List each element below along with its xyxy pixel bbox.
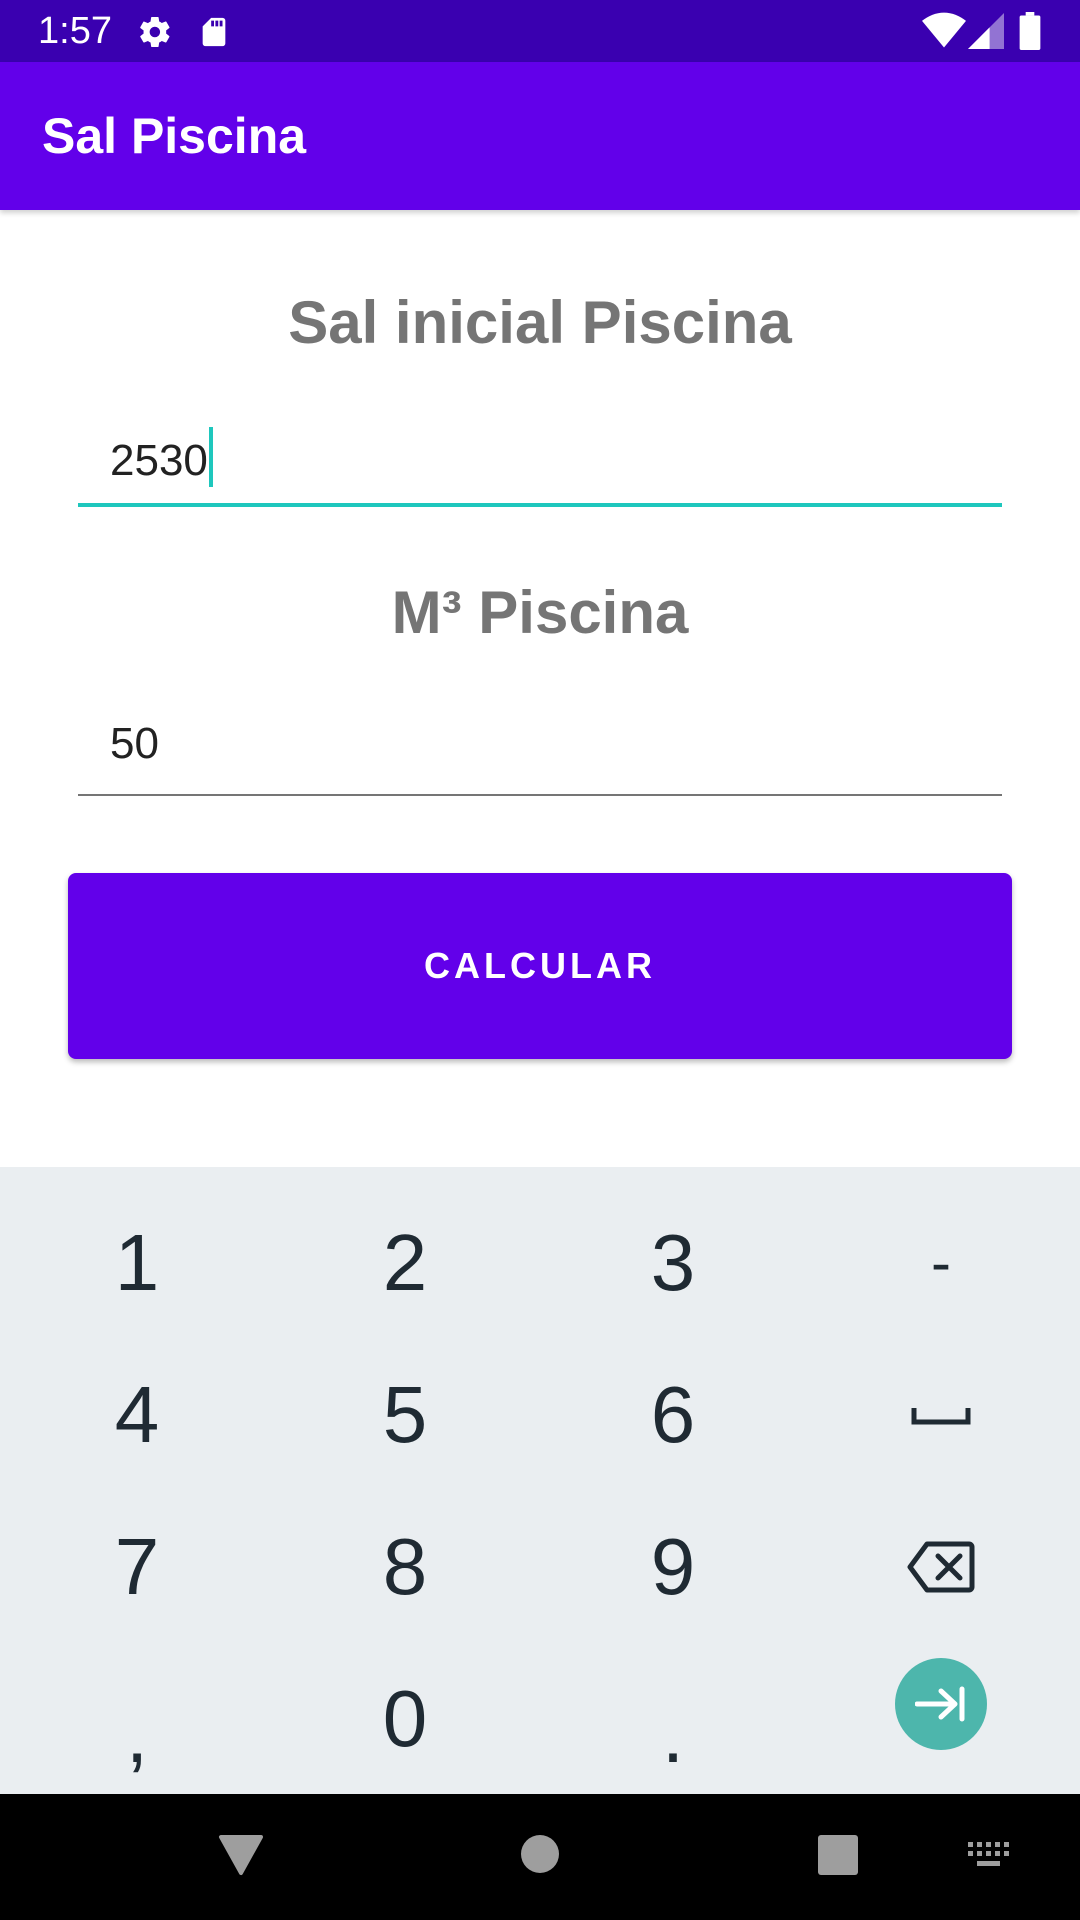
- key-6[interactable]: 6: [538, 1339, 808, 1491]
- key-2[interactable]: 2: [270, 1187, 540, 1339]
- key-3[interactable]: 3: [538, 1187, 808, 1339]
- recents-icon[interactable]: [817, 1834, 859, 1881]
- navigation-bar: [0, 1794, 1080, 1920]
- screen: 1:57 Sal Piscina Sal inicial Piscina 253…: [0, 0, 1080, 1920]
- back-icon[interactable]: [218, 1834, 264, 1881]
- key-4[interactable]: 4: [2, 1339, 272, 1491]
- battery-icon: [1019, 12, 1041, 55]
- key-backspace[interactable]: [806, 1491, 1076, 1643]
- volume-input-value[interactable]: 50: [110, 716, 159, 772]
- key-5[interactable]: 5: [270, 1339, 540, 1491]
- app-title: Sal Piscina: [42, 108, 307, 164]
- key-comma[interactable]: ,: [2, 1643, 272, 1795]
- home-icon[interactable]: [520, 1834, 560, 1879]
- calculate-button[interactable]: CALCULAR: [68, 873, 1012, 1059]
- salt-input[interactable]: 2530: [78, 417, 1002, 507]
- salt-input-value[interactable]: 2530: [110, 427, 213, 489]
- sd-card-icon: [197, 14, 231, 55]
- volume-input[interactable]: 50: [78, 706, 1002, 796]
- space-icon: [911, 1408, 971, 1425]
- status-bar: 1:57: [0, 0, 1080, 62]
- key-minus[interactable]: -: [806, 1187, 1076, 1339]
- salt-label: Sal inicial Piscina: [288, 289, 792, 356]
- volume-input-underline: [78, 794, 1002, 796]
- key-next[interactable]: [895, 1658, 987, 1750]
- key-9[interactable]: 9: [538, 1491, 808, 1643]
- salt-input-underline: [78, 503, 1002, 507]
- signal-icon: [968, 12, 1004, 55]
- key-period[interactable]: .: [538, 1643, 808, 1795]
- gear-icon: [137, 14, 173, 55]
- status-time: 1:57: [38, 10, 112, 52]
- key-0[interactable]: 0: [270, 1643, 540, 1795]
- key-space[interactable]: [806, 1339, 1076, 1491]
- keyboard-switch-icon[interactable]: [968, 1842, 1010, 1875]
- volume-label: M³ Piscina: [391, 579, 689, 646]
- next-icon: [915, 1686, 965, 1722]
- text-cursor: [208, 427, 213, 487]
- key-7[interactable]: 7: [2, 1491, 272, 1643]
- app-bar: Sal Piscina: [0, 62, 1080, 210]
- backspace-icon: [907, 1541, 975, 1593]
- wifi-icon: [922, 12, 966, 55]
- key-1[interactable]: 1: [2, 1187, 272, 1339]
- key-8[interactable]: 8: [270, 1491, 540, 1643]
